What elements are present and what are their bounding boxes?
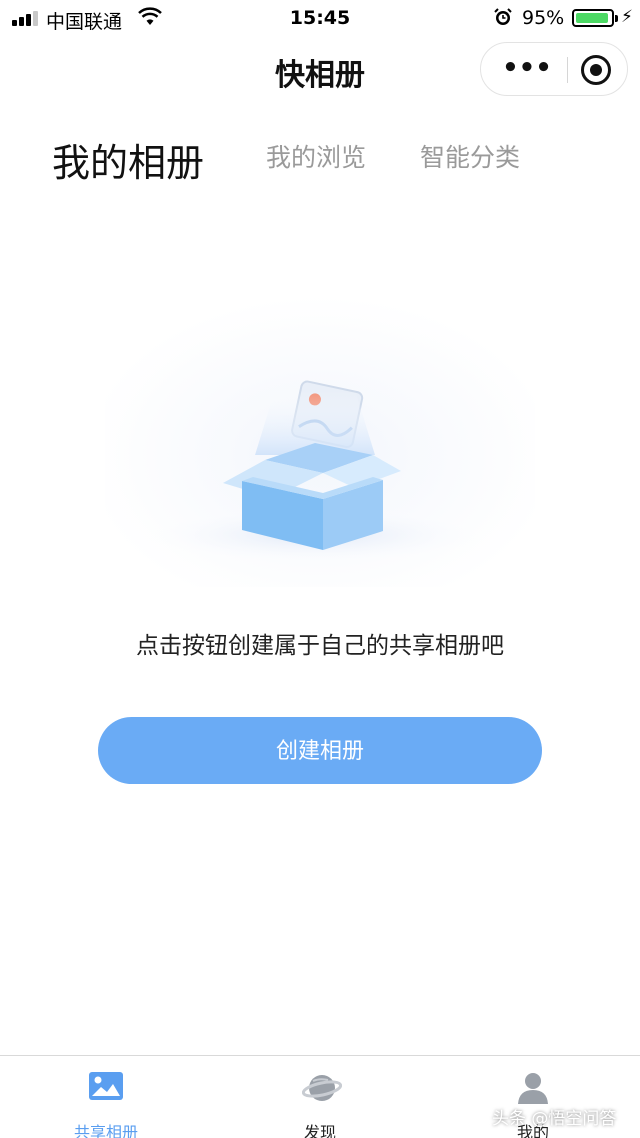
person-icon [518,1073,548,1104]
open-box-with-photo-icon [105,295,535,587]
charging-icon: ⚡ [621,7,633,27]
more-dots-icon[interactable]: ••• [499,43,555,95]
tabbar-item-discover[interactable]: 发现 [245,1056,395,1138]
tab-my-browsing[interactable]: 我的浏览 [266,138,366,174]
tabbar-label-discover: 发现 [303,1123,336,1138]
battery-icon [572,9,618,27]
target-circle-icon[interactable] [581,55,611,85]
battery-percent: 95% [522,7,565,29]
create-album-button[interactable]: 创建相册 [98,717,542,784]
status-bar: 中国联通 15:45 95% ⚡ [0,0,640,36]
app-screen: 中国联通 15:45 95% ⚡ 快相册 ••• 我的相册 我的浏览 智能分类 [0,0,640,1138]
battery-level [576,13,609,23]
watermark-text: 头条 @悟空问答 [492,1109,617,1129]
miniprogram-capsule: ••• [480,42,628,96]
tab-smart-category[interactable]: 智能分类 [420,138,520,174]
empty-state-message: 点击按钮创建属于自己的共享相册吧 [136,633,504,659]
planet-icon [302,1075,342,1101]
tabbar-item-shared-albums[interactable]: 共享相册 [31,1056,181,1138]
image-icon [89,1072,123,1100]
tabbar-label-shared-albums: 共享相册 [73,1123,138,1138]
tab-my-albums[interactable]: 我的相册 [52,132,204,187]
alarm-icon [493,7,513,32]
capsule-divider [567,57,568,83]
